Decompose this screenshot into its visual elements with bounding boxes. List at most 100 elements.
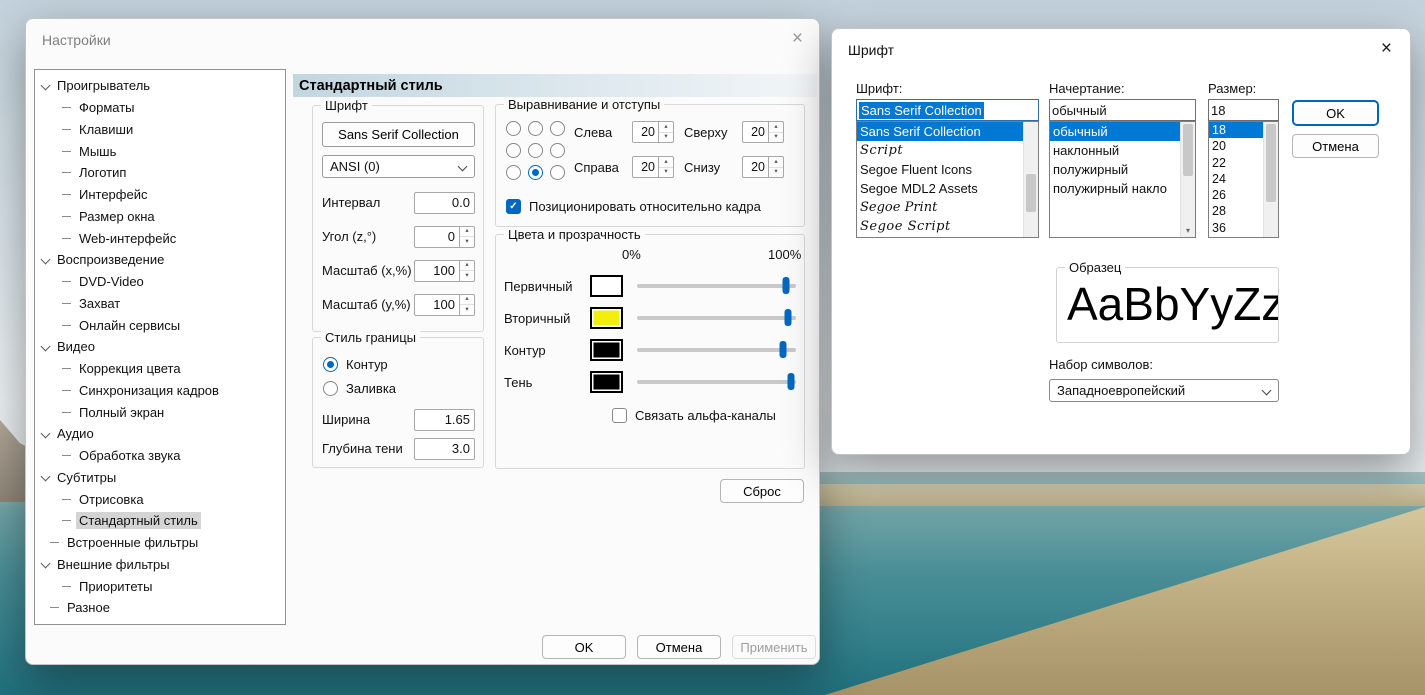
numeric-input[interactable]: 100 [414,260,460,282]
chevron-down-icon[interactable] [40,342,50,352]
tree-item[interactable]: Встроенные фильтры [35,532,285,554]
tree-item[interactable]: Синхронизация кадров [35,380,285,402]
spin-down-button[interactable]: ▾ [460,271,474,281]
numeric-input[interactable]: 20 [632,121,659,143]
style-list-item[interactable]: полужирный накло [1050,179,1180,198]
font-list-scrollbar[interactable] [1023,122,1038,237]
font-list-item[interactable]: Script [857,141,1023,160]
color-swatch[interactable] [590,371,623,393]
font-style-input[interactable]: обычный [1049,99,1196,121]
tree-item[interactable]: Приоритеты [35,575,285,597]
font-dialog-close-icon[interactable]: × [1381,38,1392,60]
numeric-input[interactable]: 20 [742,156,769,178]
chevron-down-icon[interactable] [40,472,50,482]
tree-item[interactable]: Видео [35,336,285,358]
tree-item[interactable]: Аудио [35,423,285,445]
spin-up-button[interactable]: ▴ [460,261,474,272]
color-swatch[interactable] [590,307,623,329]
style-list-scrollbar[interactable]: ▾ [1180,122,1195,237]
alpha-slider[interactable] [637,275,796,297]
alignment-radio[interactable] [506,143,521,158]
tree-item[interactable]: Обработка звука [35,445,285,467]
spin-up-button[interactable]: ▴ [460,227,474,238]
spin-down-button[interactable]: ▾ [659,133,673,143]
chevron-down-icon[interactable] [40,429,50,439]
font-list-item[interactable]: Segoe MDL2 Assets [857,179,1023,198]
tree-item[interactable]: Внешние фильтры [35,554,285,576]
style-list-item[interactable]: наклонный [1050,141,1180,160]
numeric-input[interactable]: 20 [742,121,769,143]
reset-button[interactable]: Сброс [720,479,804,503]
numeric-input[interactable]: 1.65 [414,409,475,431]
font-list-item[interactable]: Sans Serif Collection [857,122,1023,141]
slider-handle[interactable] [788,373,795,390]
alignment-radio[interactable] [528,165,543,180]
alpha-slider[interactable] [637,307,796,329]
spin-up-button[interactable]: ▴ [769,157,783,168]
size-list-item[interactable]: 26 [1209,187,1263,203]
font-name-button[interactable]: Sans Serif Collection [322,122,475,147]
tree-item[interactable]: Воспроизведение [35,249,285,271]
tree-item[interactable]: Субтитры [35,467,285,489]
chevron-down-icon[interactable] [40,559,50,569]
tree-item[interactable]: Логотип [35,162,285,184]
size-list-item[interactable]: 24 [1209,171,1263,187]
font-dialog-ok-button[interactable]: OK [1292,100,1379,126]
chevron-down-icon[interactable] [40,81,50,91]
chevron-down-icon[interactable] [40,255,50,265]
spin-down-button[interactable]: ▾ [460,305,474,315]
alpha-slider[interactable] [637,371,796,393]
tree-item[interactable]: Проигрыватель [35,75,285,97]
alignment-radio[interactable] [528,143,543,158]
scrollbar-thumb[interactable] [1026,174,1036,212]
tree-item[interactable]: Размер окна [35,206,285,228]
slider-handle[interactable] [780,341,787,358]
color-swatch[interactable] [590,275,623,297]
link-alpha-checkbox[interactable]: ✓ [612,408,627,423]
style-list-item[interactable]: полужирный [1050,160,1180,179]
radio-option[interactable]: Контур [323,352,396,376]
numeric-input[interactable]: 3.0 [414,438,475,460]
spin-down-button[interactable]: ▾ [460,237,474,247]
spin-down-button[interactable]: ▾ [659,168,673,178]
size-list-item[interactable]: 22 [1209,155,1263,171]
spin-down-button[interactable]: ▾ [769,168,783,178]
font-list-item[interactable]: Segoe Fluent Icons [857,160,1023,179]
alpha-slider[interactable] [637,339,796,361]
position-relative-checkbox[interactable]: ✓ [506,199,521,214]
size-list-scrollbar[interactable] [1263,122,1278,237]
slider-handle[interactable] [785,309,792,326]
size-list-item[interactable]: 28 [1209,203,1263,219]
cancel-button[interactable]: Отмена [637,635,721,659]
tree-item[interactable]: Полный экран [35,401,285,423]
font-name-input[interactable]: Sans Serif Collection [856,99,1039,121]
font-list-item[interactable]: Segoe Script [857,217,1023,236]
tree-item[interactable]: Коррекция цвета [35,358,285,380]
size-list-item[interactable]: 36 [1209,220,1263,236]
tree-item[interactable]: Интерфейс [35,184,285,206]
font-size-input[interactable]: 18 [1208,99,1279,121]
font-list-item[interactable]: Segoe Print [857,198,1023,217]
alignment-radio[interactable] [506,165,521,180]
alignment-radio[interactable] [550,143,565,158]
tree-item[interactable]: Клавиши [35,119,285,141]
numeric-input[interactable]: 100 [414,294,460,316]
alignment-radio[interactable] [528,121,543,136]
slider-handle[interactable] [783,277,790,294]
scrollbar-thumb[interactable] [1183,124,1193,176]
tree-item[interactable]: Стандартный стиль [35,510,285,532]
numeric-input[interactable]: 0.0 [414,192,475,214]
scroll-down-icon[interactable]: ▾ [1181,226,1195,236]
scrollbar-thumb[interactable] [1266,124,1276,202]
color-swatch[interactable] [590,339,623,361]
style-list-item[interactable]: обычный [1050,122,1180,141]
size-list-item[interactable]: 18 [1209,122,1263,138]
ok-button[interactable]: OK [542,635,626,659]
size-list-item[interactable]: 20 [1209,138,1263,154]
tree-item[interactable]: Онлайн сервисы [35,314,285,336]
numeric-input[interactable]: 0 [414,226,460,248]
radio-option[interactable]: Заливка [323,376,396,400]
spin-up-button[interactable]: ▴ [659,122,673,133]
tree-item[interactable]: DVD-Video [35,271,285,293]
spin-down-button[interactable]: ▾ [769,133,783,143]
